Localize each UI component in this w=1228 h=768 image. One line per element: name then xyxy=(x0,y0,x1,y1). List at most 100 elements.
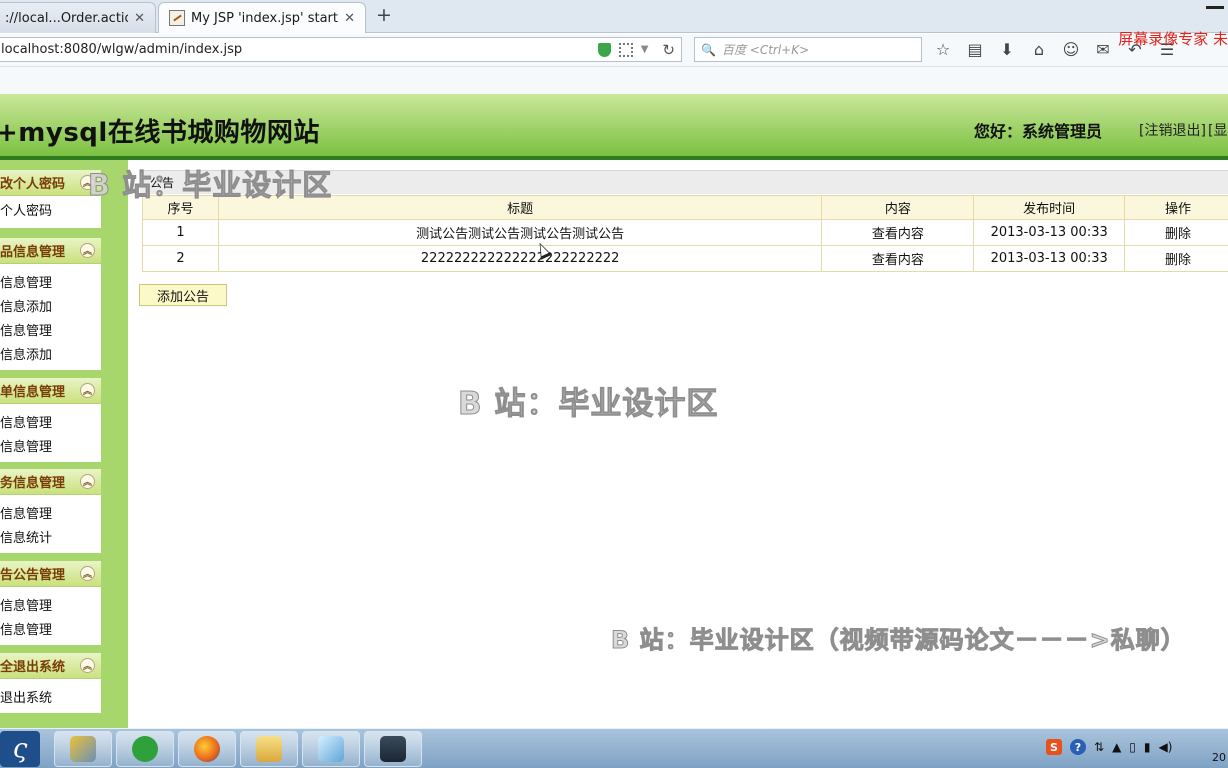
menu-item[interactable]: 信息添加 xyxy=(0,296,101,320)
menu-group-password: 改个人密码 ︽ 个人密码 xyxy=(0,170,101,228)
screen-recorder-icon xyxy=(380,736,406,762)
collapse-icon[interactable]: ︽ xyxy=(80,658,95,673)
notice-table: 序号 标题 内容 发布时间 操作 1 测试公告测试公告测试公告测试公告 查看内容… xyxy=(142,195,1228,272)
new-tab-button[interactable]: + xyxy=(376,4,392,26)
column-header: 内容 xyxy=(821,195,975,220)
device-icon[interactable]: ▯ xyxy=(1129,740,1136,754)
collapse-icon[interactable]: ︽ xyxy=(80,383,95,398)
volume-icon[interactable]: ◀) xyxy=(1159,740,1173,754)
cell-title: 222222222222222222222222 xyxy=(217,245,823,272)
menu-item[interactable]: 信息统计 xyxy=(0,527,101,551)
menu-group-orders: 单信息管理 ︽ 信息管理 信息管理 xyxy=(0,378,101,462)
clock: 20 xyxy=(1212,751,1226,764)
taskbar-app-firefox[interactable] xyxy=(178,731,236,767)
menu-group-finance: 务信息管理 ︽ 信息管理 信息统计 xyxy=(0,469,101,553)
search-placeholder: 百度 <Ctrl+K> xyxy=(721,43,810,57)
menu-item[interactable]: 信息管理 xyxy=(0,436,101,460)
collapse-icon[interactable]: ︽ xyxy=(80,566,95,581)
site-header: +mysql在线书城购物网站 您好：系统管理员 [注销退出] [显 xyxy=(0,94,1228,156)
browser-tab-index[interactable]: My JSP 'index.jsp' startin... ✕ xyxy=(158,2,366,33)
chat-icon[interactable]: ☺ xyxy=(1062,40,1080,59)
reload-icon[interactable]: ↻ xyxy=(662,41,675,59)
menu-group-body: 信息管理 信息统计 xyxy=(0,495,101,553)
browser-tabstrip: ://local...Order.action ✕ My JSP 'index.… xyxy=(0,0,1228,33)
address-bar[interactable]: localhost:8080/wlgw/admin/index.jsp ▼ ↻ xyxy=(0,37,682,62)
taskbar-app-notes[interactable] xyxy=(302,731,360,767)
menu-group-products: 品信息管理 ︽ 信息管理 信息添加 信息管理 信息添加 xyxy=(0,238,101,370)
watermark: B 站：毕业设计区 xyxy=(457,386,719,423)
download-icon[interactable]: ⬇ xyxy=(998,40,1016,59)
column-header: 操作 xyxy=(1124,195,1228,220)
table-row: 1 测试公告测试公告测试公告测试公告 查看内容 2013-03-13 00:33… xyxy=(142,219,1228,246)
home-icon[interactable]: ⌂ xyxy=(1030,40,1048,59)
cell-time: 2013-03-13 00:33 xyxy=(973,219,1126,246)
help-icon[interactable]: ? xyxy=(1070,739,1086,755)
menu-item[interactable]: 信息添加 xyxy=(0,344,101,368)
search-input[interactable]: 🔍 百度 <Ctrl+K> xyxy=(694,37,922,62)
menu-group-header[interactable]: 单信息管理 ︽ xyxy=(0,378,101,404)
taskbar-app-explorer[interactable] xyxy=(240,731,298,767)
menu-item[interactable]: 信息管理 xyxy=(0,503,101,527)
show-link[interactable]: [显 xyxy=(1208,120,1227,140)
site-title: +mysql在线书城购物网站 xyxy=(0,118,320,148)
menu-group-title: 改个人密码 xyxy=(0,177,66,192)
menu-item[interactable]: 信息管理 xyxy=(0,272,101,296)
chevron-up-icon[interactable]: ▲ xyxy=(1112,740,1121,754)
menu-group-header[interactable]: 全退出系统 ︽ xyxy=(0,653,101,679)
start-button[interactable]: ς xyxy=(0,731,40,767)
tools-app-icon xyxy=(70,736,96,762)
menu-group-title: 全退出系统 xyxy=(0,660,66,675)
menu-group-body: 退出系统 xyxy=(0,679,101,713)
menu-group-exit: 全退出系统 ︽ 退出系统 xyxy=(0,653,101,713)
signal-icon[interactable]: ▮ xyxy=(1144,740,1151,754)
shield-icon xyxy=(597,42,611,57)
column-header: 发布时间 xyxy=(973,195,1126,220)
tab-title: My JSP 'index.jsp' startin... xyxy=(191,10,338,26)
menu-group-body: 个人密码 xyxy=(0,196,101,228)
qr-code-icon[interactable] xyxy=(618,42,633,57)
taskbar-app-green[interactable] xyxy=(116,731,174,767)
watermark: B 站：毕业设计区 xyxy=(87,168,333,203)
tab-title: ://local...Order.action xyxy=(5,10,129,26)
chevron-down-icon[interactable]: ▼ xyxy=(641,44,649,55)
delete-link[interactable]: 删除 xyxy=(1124,219,1228,246)
browser-tab-order[interactable]: ://local...Order.action ✕ xyxy=(0,2,156,33)
menu-group-header[interactable]: 告公告管理 ︽ xyxy=(0,561,101,587)
cell-time: 2013-03-13 00:33 xyxy=(973,245,1126,272)
menu-item[interactable]: 信息管理 xyxy=(0,595,101,619)
menu-group-body: 信息管理 信息管理 xyxy=(0,404,101,462)
bookmark-star-icon[interactable]: ☆ xyxy=(934,40,952,59)
add-notice-button[interactable]: 添加公告 xyxy=(139,284,227,306)
menu-item[interactable]: 信息管理 xyxy=(0,619,101,643)
taskbar-app-recorder[interactable] xyxy=(364,731,422,767)
address-text: localhost:8080/wlgw/admin/index.jsp xyxy=(1,42,243,57)
reading-list-icon[interactable]: ▤ xyxy=(966,40,984,59)
logout-link[interactable]: [注销退出] xyxy=(1139,120,1206,140)
search-icon: 🔍 xyxy=(701,42,716,57)
delete-link[interactable]: 删除 xyxy=(1124,245,1228,272)
menu-group-header[interactable]: 务信息管理 ︽ xyxy=(0,469,101,495)
minimize-icon[interactable] xyxy=(1206,6,1224,9)
menu-item[interactable]: 信息管理 xyxy=(0,320,101,344)
menu-group-header[interactable]: 改个人密码 ︽ xyxy=(0,170,101,196)
taskbar-app-tools[interactable] xyxy=(54,731,112,767)
close-icon[interactable]: ✕ xyxy=(134,11,145,26)
view-content-link[interactable]: 查看内容 xyxy=(821,219,975,246)
message-icon[interactable]: ✉ xyxy=(1094,40,1112,59)
collapse-icon[interactable]: ︽ xyxy=(80,243,95,258)
menu-group-title: 告公告管理 xyxy=(0,568,66,583)
menu-group-header[interactable]: 品信息管理 ︽ xyxy=(0,238,101,264)
menu-item[interactable]: 个人密码 xyxy=(0,200,101,224)
menu-group-title: 务信息管理 xyxy=(0,476,66,491)
menu-item[interactable]: 信息管理 xyxy=(0,412,101,436)
sogou-icon[interactable]: S xyxy=(1046,739,1062,755)
menu-group-title: 品信息管理 xyxy=(0,245,66,260)
notes-app-icon xyxy=(318,736,344,762)
menu-item[interactable]: 退出系统 xyxy=(0,687,101,711)
page-top-area xyxy=(0,66,1228,94)
network-icon[interactable]: ⇅ xyxy=(1094,740,1104,754)
view-content-link[interactable]: 查看内容 xyxy=(821,245,975,272)
close-icon[interactable]: ✕ xyxy=(344,11,355,26)
collapse-icon[interactable]: ︽ xyxy=(80,474,95,489)
firefox-icon xyxy=(194,736,220,762)
